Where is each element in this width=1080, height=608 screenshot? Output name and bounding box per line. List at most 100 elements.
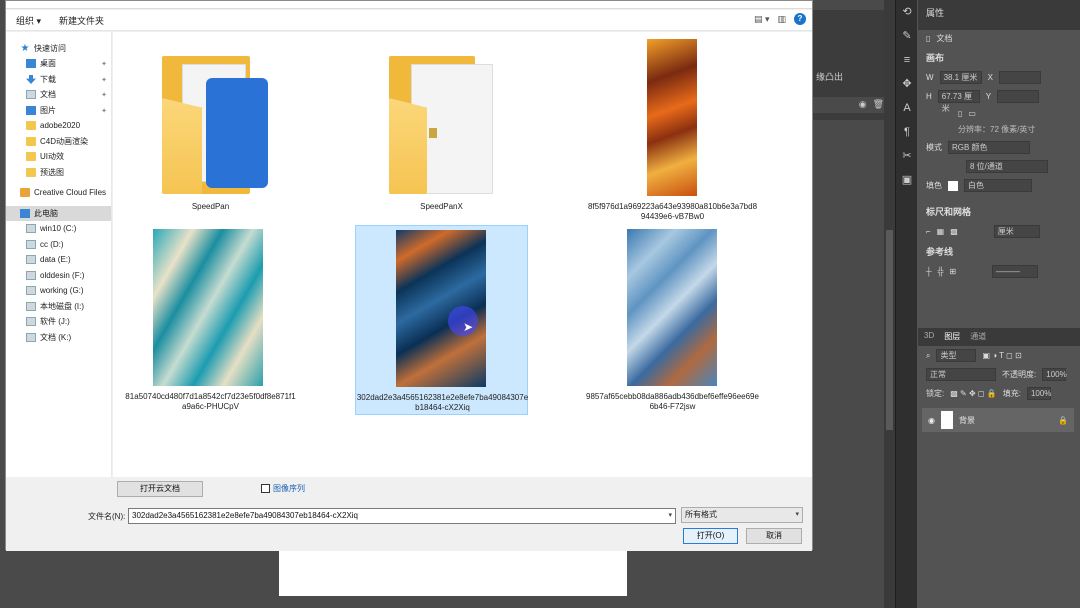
- nav-drive-k[interactable]: 文档 (K:): [6, 330, 111, 345]
- portrait-icon[interactable]: ▯: [958, 109, 962, 118]
- filetype-select[interactable]: 所有格式 ▾: [681, 507, 803, 523]
- ps-history-icon[interactable]: ⟲: [896, 0, 918, 24]
- kind-filter[interactable]: 类型: [936, 349, 977, 362]
- ps-layers-panel: 3D 图层 通道 ⌕ 类型 ▣ ◑ T ◻ ⊡ 正常 不透明度: 100% 锁定…: [918, 328, 1080, 608]
- preview-pane-icon[interactable]: ▥: [777, 14, 786, 25]
- ps-frame-icon[interactable]: ▣: [896, 168, 918, 192]
- mode-select[interactable]: RGB 颜色: [948, 141, 1030, 154]
- nav-drive-c[interactable]: win10 (C:): [6, 221, 111, 236]
- file-item-image-2[interactable]: 81a50740cd480f7d1a8542cf7d23e5f0df8e871f…: [124, 228, 297, 418]
- nav-preselect[interactable]: 预选图: [6, 165, 111, 180]
- fill-select[interactable]: 白色: [964, 179, 1032, 192]
- ps-tools-icon[interactable]: ✂: [896, 144, 918, 168]
- fill-swatch[interactable]: [948, 180, 958, 191]
- open-cloud-doc-button[interactable]: 打开云文档: [117, 481, 203, 497]
- nav-drive-e[interactable]: data (E:): [6, 252, 111, 267]
- nav-documents[interactable]: 文档 ✦: [6, 87, 111, 102]
- guide-layout-icon[interactable]: ╬: [938, 267, 944, 276]
- nav-label: win10 (C:): [40, 224, 77, 233]
- nav-drive-g[interactable]: working (G:): [6, 283, 111, 298]
- ps-doc-row: ▯ 文档: [918, 30, 1080, 47]
- file-item-image-3-selected[interactable]: ➤ 302dad2e3a4565162381e2e8efe7ba49084307…: [355, 225, 528, 415]
- nav-label: 文档 (K:): [40, 333, 72, 342]
- grid-icon[interactable]: ▦: [937, 227, 945, 236]
- open-button[interactable]: 打开(O): [683, 528, 738, 544]
- mode-label: 模式: [926, 143, 942, 152]
- file-item-image-1[interactable]: 8f5f976d1a969223a643e93980a810b6e3a7bd89…: [586, 38, 759, 228]
- tab-3d[interactable]: 3D: [924, 331, 934, 343]
- lock-icons[interactable]: ▩ ✎ ✥ ◻ 🔒: [950, 389, 996, 398]
- file-item-speedpan[interactable]: SpeedPan: [124, 38, 297, 218]
- nav-this-pc[interactable]: 此电脑: [6, 206, 111, 221]
- blend-mode-select[interactable]: 正常: [926, 368, 996, 381]
- nav-pictures[interactable]: 图片 ✦: [6, 103, 111, 118]
- height-field[interactable]: 67.73 厘米: [937, 90, 980, 113]
- tab-channels[interactable]: 通道: [970, 331, 986, 343]
- filter-icons[interactable]: ▣ ◑ T ◻ ⊡: [982, 351, 1021, 360]
- file-item-speedpanx[interactable]: SpeedPanX: [355, 38, 528, 218]
- chevron-down-icon[interactable]: ▾: [668, 509, 672, 523]
- nav-quick-access[interactable]: ★ 快速访问: [6, 41, 111, 56]
- new-folder-button[interactable]: 新建文件夹: [59, 14, 104, 27]
- help-icon[interactable]: ?: [794, 13, 806, 25]
- ruler-unit-select[interactable]: 厘米: [993, 225, 1040, 238]
- image-sequence-checkbox[interactable]: 图像序列: [261, 483, 305, 494]
- width-field[interactable]: 38.1 厘米: [939, 71, 982, 84]
- ps-move-icon[interactable]: ✥: [896, 72, 918, 96]
- ps-trash-icon[interactable]: 🗑: [873, 99, 884, 111]
- fill-opacity-field[interactable]: 100%: [1026, 387, 1051, 400]
- folder-icon: [26, 168, 36, 177]
- ps-scroll-thumb[interactable]: [886, 230, 893, 430]
- ps-char-icon[interactable]: A: [896, 96, 918, 120]
- filename-input[interactable]: 302dad2e3a4565162381e2e8efe7ba49084307eb…: [128, 508, 676, 524]
- nav-ui-motion[interactable]: UI动效: [6, 149, 111, 164]
- cancel-button[interactable]: 取消: [746, 528, 802, 544]
- nav-drive-j[interactable]: 软件 (J:): [6, 314, 111, 329]
- nav-drive-d[interactable]: cc (D:): [6, 237, 111, 252]
- ps-resolution: 分辨率：72 像素/英寸: [958, 125, 1036, 134]
- file-name: SpeedPan: [191, 202, 230, 211]
- nav-adobe2020[interactable]: adobe2020: [6, 118, 111, 133]
- organize-button[interactable]: 组织 ▾: [16, 14, 41, 27]
- nav-c4d[interactable]: C4D动画渲染: [6, 134, 111, 149]
- nav-creative-cloud[interactable]: Creative Cloud Files: [6, 185, 111, 200]
- ps-guides-section[interactable]: 参考线: [918, 241, 1080, 262]
- nav-drive-f[interactable]: olddesin (F:): [6, 268, 111, 283]
- ps-vertical-scrollbar[interactable]: [884, 0, 895, 608]
- ps-paragraph-icon[interactable]: ¶: [896, 120, 918, 144]
- address-bar[interactable]: [6, 1, 812, 9]
- depth-select[interactable]: 8 位/通道: [966, 160, 1048, 173]
- guide-icon[interactable]: ┼: [926, 267, 932, 276]
- y-field[interactable]: [997, 90, 1040, 103]
- download-icon: [26, 75, 36, 84]
- ps-adjust-icon[interactable]: ≡: [896, 48, 918, 72]
- checkbox-box[interactable]: [261, 484, 270, 493]
- ruler-icon[interactable]: ⌐: [926, 227, 931, 236]
- ps-brush-icon[interactable]: ✎: [896, 24, 918, 48]
- landscape-icon[interactable]: ▭: [968, 109, 976, 118]
- navigation-pane: ★ 快速访问 桌面 ✦ 下载 ✦ 文档 ✦ 图片 ✦ adobe2020 C4D动画渲染 …: [6, 32, 112, 477]
- tab-layers[interactable]: 图层: [944, 331, 960, 343]
- ps-document-canvas[interactable]: [279, 548, 627, 596]
- visibility-eye-icon[interactable]: ◉: [928, 416, 935, 425]
- filename-label: 文件名(N):: [88, 512, 126, 521]
- smart-guide-icon[interactable]: ⊞: [949, 267, 956, 276]
- ps-camera-icon[interactable]: ◉: [859, 99, 867, 111]
- ps-properties-tab[interactable]: 属性: [918, 0, 1080, 30]
- nav-drive-i[interactable]: 本地磁盘 (I:): [6, 299, 111, 314]
- layer-lock-icon: 🔒: [1058, 415, 1068, 425]
- file-item-image-4[interactable]: 9857af65cebb08da886adb436dbef6effe96ee69…: [586, 228, 759, 418]
- view-icon[interactable]: ▤ ▾: [754, 14, 770, 25]
- nav-desktop[interactable]: 桌面 ✦: [6, 56, 111, 71]
- layer-background[interactable]: ◉ 背景 🔒: [922, 408, 1074, 432]
- x-field[interactable]: [998, 71, 1041, 84]
- pixel-grid-icon[interactable]: ▩: [950, 227, 958, 236]
- ps-canvas-section[interactable]: 画布: [918, 47, 1080, 68]
- opacity-field[interactable]: 100%: [1042, 368, 1067, 381]
- h-label: H: [926, 92, 932, 101]
- ps-depth-row: 8 位/通道: [918, 157, 1080, 176]
- ps-rulers-section[interactable]: 标尺和网格: [918, 201, 1080, 222]
- nav-downloads[interactable]: 下载 ✦: [6, 72, 111, 87]
- guide-style-select[interactable]: ———: [992, 265, 1039, 278]
- layer-thumbnail: [940, 411, 953, 429]
